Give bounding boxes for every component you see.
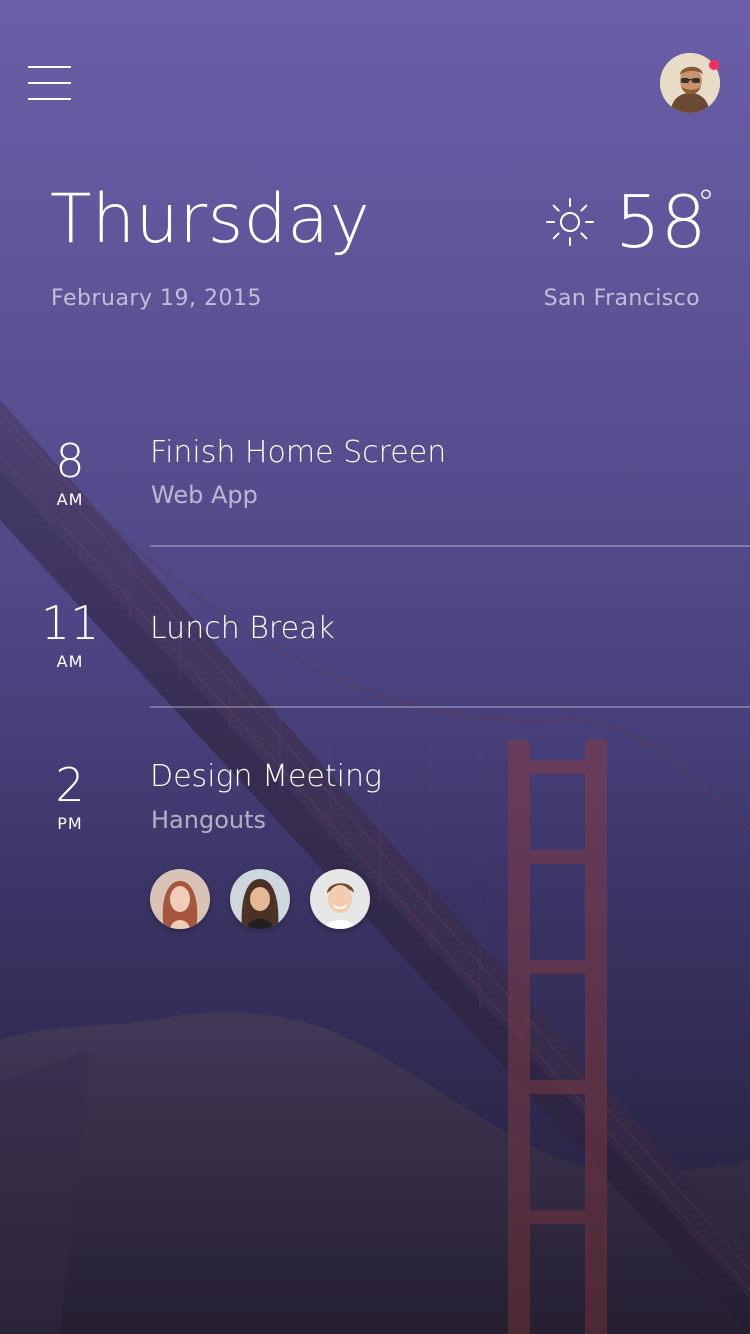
event-item[interactable]: 2 PM Design Meeting Hangouts bbox=[0, 754, 750, 944]
event-divider bbox=[150, 545, 750, 547]
attendee-avatar-icon bbox=[310, 869, 370, 929]
event-divider bbox=[150, 706, 750, 708]
date-label: February 19, 2015 bbox=[51, 286, 262, 311]
attendee-avatar[interactable] bbox=[230, 869, 290, 929]
event-ampm: AM bbox=[56, 652, 84, 671]
attendee-avatar-icon bbox=[230, 869, 290, 929]
hamburger-menu-icon-line bbox=[28, 82, 71, 84]
city-label: San Francisco bbox=[543, 286, 700, 311]
event-ampm: AM bbox=[56, 490, 84, 509]
event-subtitle: Web App bbox=[151, 481, 258, 509]
menu-button[interactable] bbox=[28, 62, 72, 102]
event-hour: 2 bbox=[55, 758, 85, 812]
day-title: Thursday bbox=[50, 180, 371, 259]
event-title: Design Meeting bbox=[150, 759, 382, 794]
event-item[interactable]: 11 AM Lunch Break bbox=[0, 592, 750, 706]
attendee-avatar[interactable] bbox=[150, 869, 210, 929]
hamburger-menu-icon-line bbox=[28, 66, 71, 68]
sun-icon bbox=[546, 198, 594, 246]
event-hour: 8 bbox=[55, 434, 85, 488]
event-item[interactable]: 8 AM Finish Home Screen Web App bbox=[0, 430, 750, 546]
event-hour: 11 bbox=[40, 596, 100, 650]
hamburger-menu-icon-line bbox=[28, 98, 71, 100]
event-title: Finish Home Screen bbox=[150, 435, 447, 470]
home-screen: Thursday February 19, 2015 58 ° San Fran… bbox=[0, 0, 750, 1334]
notification-badge bbox=[709, 60, 719, 70]
attendee-avatar[interactable] bbox=[310, 869, 370, 929]
event-title: Lunch Break bbox=[150, 611, 335, 646]
event-subtitle: Hangouts bbox=[151, 806, 267, 834]
attendee-avatar-icon bbox=[150, 869, 210, 929]
degree-symbol: ° bbox=[697, 183, 715, 224]
temperature-value: 58 bbox=[615, 180, 707, 264]
event-ampm: PM bbox=[57, 814, 83, 833]
